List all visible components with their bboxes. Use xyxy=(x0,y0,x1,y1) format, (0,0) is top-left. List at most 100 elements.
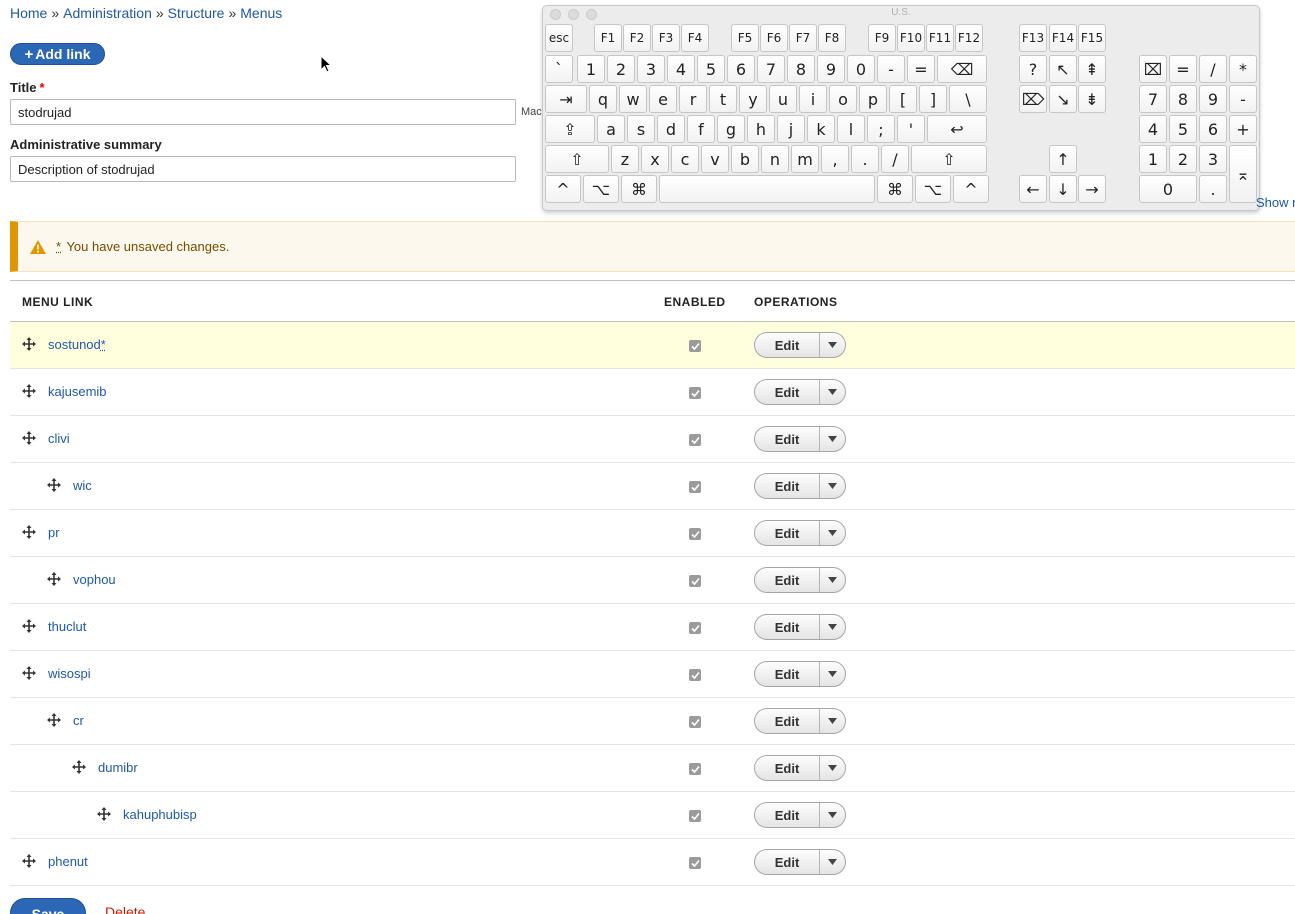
edit-button[interactable]: Edit xyxy=(755,333,820,357)
keyboard-key[interactable]: 1 xyxy=(1139,145,1167,173)
edit-button[interactable]: Edit xyxy=(755,427,820,451)
keyboard-key[interactable]: F14 xyxy=(1049,24,1077,52)
breadcrumb-administration[interactable]: Administration xyxy=(63,5,152,21)
edit-button[interactable]: Edit xyxy=(755,615,820,639)
keyboard-key[interactable]: F3 xyxy=(652,24,680,52)
enabled-checkbox[interactable] xyxy=(689,857,701,869)
dropdown-toggle-icon[interactable] xyxy=(820,568,845,592)
edit-button[interactable]: Edit xyxy=(755,709,820,733)
keyboard-key[interactable]: 9 xyxy=(1199,85,1227,113)
dropdown-toggle-icon[interactable] xyxy=(820,803,845,827)
show-row-weights-link[interactable]: Show r xyxy=(1256,195,1295,210)
keyboard-key[interactable]: F2 xyxy=(623,24,651,52)
keyboard-key[interactable]: / xyxy=(1199,55,1227,83)
keyboard-key[interactable]: 8 xyxy=(1169,85,1197,113)
edit-button[interactable]: Edit xyxy=(755,568,820,592)
keyboard-key[interactable]: F1 xyxy=(594,24,622,52)
keyboard-key[interactable]: 2 xyxy=(1169,145,1197,173)
breadcrumb-home[interactable]: Home xyxy=(10,5,47,21)
summary-input[interactable]: Description of stodrujad xyxy=(10,156,516,182)
keyboard-key[interactable]: 6 xyxy=(1199,115,1227,143)
keyboard-key[interactable]: e xyxy=(649,85,677,113)
keyboard-key[interactable]: . xyxy=(1199,175,1227,203)
keyboard-key[interactable]: . xyxy=(851,145,879,173)
menu-link[interactable]: kahuphubisp xyxy=(123,807,197,822)
menu-link[interactable]: thuclut xyxy=(48,619,86,634)
dropdown-toggle-icon[interactable] xyxy=(820,662,845,686)
keyboard-key[interactable]: ⌧ xyxy=(1139,55,1167,83)
keyboard-key[interactable]: → xyxy=(1078,175,1106,203)
keyboard-key[interactable]: k xyxy=(807,115,835,143)
keyboard-key[interactable]: 2 xyxy=(607,55,635,83)
keyboard-key[interactable]: ^ xyxy=(953,175,989,203)
keyboard-key[interactable]: o xyxy=(829,85,857,113)
keyboard-key[interactable]: d xyxy=(657,115,685,143)
keyboard-key[interactable]: i xyxy=(799,85,827,113)
keyboard-key[interactable]: F6 xyxy=(760,24,788,52)
enabled-checkbox[interactable] xyxy=(689,481,701,493)
keyboard-key[interactable]: ↓ xyxy=(1049,175,1077,203)
menu-link[interactable]: phenut xyxy=(48,854,88,869)
enabled-checkbox[interactable] xyxy=(689,340,701,352)
enabled-checkbox[interactable] xyxy=(689,575,701,587)
keyboard-key[interactable]: p xyxy=(859,85,887,113)
keyboard-key[interactable]: ⌥ xyxy=(915,175,951,203)
title-input[interactable]: stodrujad xyxy=(10,99,516,125)
menu-link[interactable]: dumibr xyxy=(98,760,138,775)
keyboard-key[interactable]: ← xyxy=(1019,175,1047,203)
keyboard-key[interactable]: ] xyxy=(919,85,947,113)
menu-link[interactable]: cr xyxy=(73,713,84,728)
keyboard-key[interactable]: ⌅ xyxy=(1229,145,1257,203)
keyboard-key[interactable]: u xyxy=(769,85,797,113)
keyboard-key[interactable]: 5 xyxy=(1169,115,1197,143)
keyboard-key[interactable]: F8 xyxy=(818,24,846,52)
keyboard-key[interactable]: , xyxy=(821,145,849,173)
keyboard-key[interactable]: \ xyxy=(949,85,987,113)
keyboard-key[interactable]: ⇧ xyxy=(911,145,987,173)
keyboard-key[interactable]: ⌫ xyxy=(937,55,987,83)
keyboard-key[interactable]: b xyxy=(731,145,759,173)
dropdown-toggle-icon[interactable] xyxy=(820,521,845,545)
edit-button[interactable]: Edit xyxy=(755,662,820,686)
keyboard-key[interactable]: - xyxy=(877,55,905,83)
keyboard-key[interactable]: 4 xyxy=(667,55,695,83)
keyboard-key[interactable]: esc xyxy=(545,24,573,52)
keyboard-key[interactable]: ` xyxy=(545,55,573,83)
dropdown-toggle-icon[interactable] xyxy=(820,333,845,357)
keyboard-key[interactable]: - xyxy=(1229,85,1257,113)
add-link-button[interactable]: + Add link xyxy=(10,43,105,65)
keyboard-key[interactable]: j xyxy=(777,115,805,143)
menu-link[interactable]: clivi xyxy=(48,431,70,446)
drag-handle-icon[interactable] xyxy=(47,572,61,586)
keyboard-key[interactable]: ⇥ xyxy=(545,85,587,113)
keyboard-key[interactable]: ⌥ xyxy=(583,175,619,203)
keyboard-key[interactable]: l xyxy=(837,115,865,143)
save-button[interactable]: Save xyxy=(10,898,86,914)
keyboard-key[interactable]: q xyxy=(589,85,617,113)
keyboard-key[interactable]: 4 xyxy=(1139,115,1167,143)
enabled-checkbox[interactable] xyxy=(689,387,701,399)
keyboard-key[interactable]: v xyxy=(701,145,729,173)
keyboard-key[interactable]: F12 xyxy=(955,24,983,52)
edit-button[interactable]: Edit xyxy=(755,756,820,780)
edit-button[interactable]: Edit xyxy=(755,803,820,827)
enabled-checkbox[interactable] xyxy=(689,716,701,728)
keyboard-key[interactable]: h xyxy=(747,115,775,143)
breadcrumb-structure[interactable]: Structure xyxy=(168,5,225,21)
drag-handle-icon[interactable] xyxy=(22,666,36,680)
keyboard-key[interactable]: z xyxy=(611,145,639,173)
keyboard-key[interactable]: 5 xyxy=(697,55,725,83)
keyboard-key[interactable]: ↘ xyxy=(1049,85,1077,113)
keyboard-key[interactable]: 0 xyxy=(847,55,875,83)
keyboard-key[interactable]: 6 xyxy=(727,55,755,83)
keyboard-key[interactable]: 8 xyxy=(787,55,815,83)
keyboard-key[interactable]: F5 xyxy=(731,24,759,52)
edit-button[interactable]: Edit xyxy=(755,521,820,545)
keyboard-key[interactable]: ⌘ xyxy=(877,175,913,203)
keyboard-key[interactable]: F11 xyxy=(926,24,954,52)
menu-link[interactable]: wisospi xyxy=(48,666,91,681)
keyboard-key[interactable]: ↖ xyxy=(1049,55,1077,83)
keyboard-key[interactable]: ⌘ xyxy=(621,175,657,203)
keyboard-key[interactable]: ↑ xyxy=(1049,145,1077,173)
keyboard-key[interactable]: 1 xyxy=(577,55,605,83)
